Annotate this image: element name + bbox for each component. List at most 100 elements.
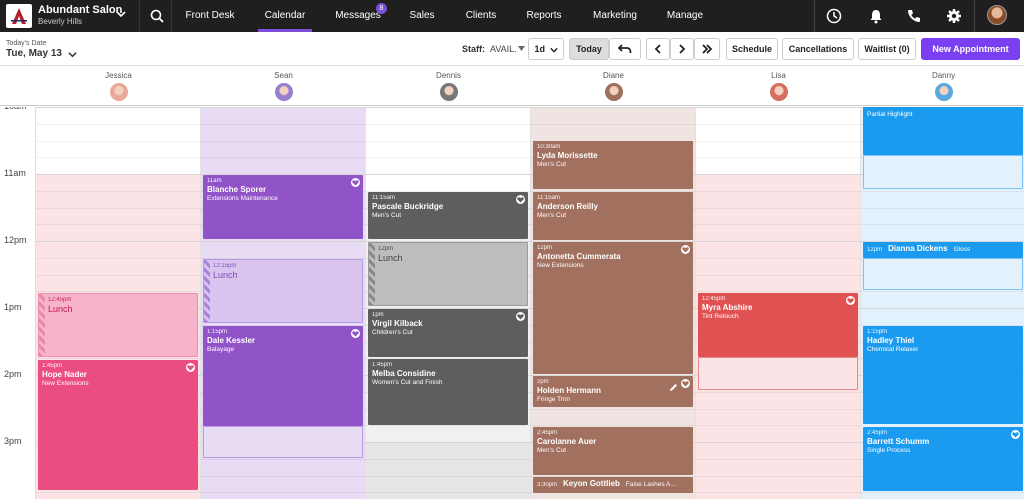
heart-icon[interactable]: [186, 363, 195, 372]
staff-column-header[interactable]: Diane: [531, 66, 696, 106]
appointment-card[interactable]: 3:30pm Keyon Gottlieb False Lashes A...: [533, 477, 693, 493]
heart-icon[interactable]: [681, 245, 690, 254]
search-button[interactable]: [140, 0, 172, 32]
undo-button[interactable]: [609, 38, 641, 60]
appointment-title: Carolanne Auer: [537, 437, 597, 446]
heart-icon[interactable]: [516, 195, 525, 204]
appointment-card[interactable]: 2pm Holden Hermann Fringe Trim: [533, 376, 693, 407]
appointment-time: 1:45pm: [42, 363, 63, 369]
location-switcher[interactable]: Abundant Salon Beverly Hills: [0, 0, 140, 32]
appointment-card[interactable]: 1pm Virgil Kilback Children's Cut: [368, 309, 528, 357]
tab-clients[interactable]: Clients: [458, 0, 504, 32]
appointment-service: Children's Cut: [372, 329, 413, 336]
heart-icon[interactable]: [351, 178, 360, 187]
time-label: 11am: [4, 168, 26, 178]
new-appointment-button[interactable]: New Appointment: [921, 38, 1020, 60]
heart-icon[interactable]: [1011, 430, 1020, 439]
appointment-card[interactable]: 11am Blanche Sporer Extensions Maintenance: [203, 175, 363, 239]
break-block[interactable]: 12:15pm Lunch: [203, 259, 363, 323]
tab-calendar[interactable]: Calendar: [258, 0, 312, 32]
appointment-card[interactable]: 1:45pm Hope Nader New Extensions: [38, 360, 198, 490]
appointment-card[interactable]: Partial Highlight: [863, 107, 1023, 155]
time-label: 3pm: [4, 436, 22, 446]
notifications-button[interactable]: [856, 0, 896, 32]
schedule-button[interactable]: Schedule: [726, 38, 778, 60]
pencil-icon[interactable]: [669, 379, 678, 391]
appointment-title: Dale Kessler: [207, 336, 256, 345]
appointment-service: Men's Cut: [372, 212, 402, 219]
tab-marketing[interactable]: Marketing: [584, 0, 646, 32]
appointment-service: False Lashes A...: [625, 481, 676, 488]
appointment-service: Women's Cut and Finish: [372, 379, 443, 386]
chevron-down-icon[interactable]: [68, 50, 77, 59]
appointment-card[interactable]: 11:15am Anderson Reilly Men's Cut: [533, 192, 693, 240]
heart-icon[interactable]: [516, 312, 525, 321]
salon-location: Beverly Hills: [38, 17, 83, 26]
appointment-title: Anderson Reilly: [537, 202, 598, 211]
staff-column-header[interactable]: Sean: [201, 66, 366, 106]
appointment-card[interactable]: 11:15am Pascale Buckridge Men's Cut: [368, 192, 528, 239]
appointment-title: Keyon Gottlieb: [563, 479, 620, 488]
date-picker[interactable]: Tue, May 13: [6, 48, 62, 59]
previous-day-button[interactable]: [646, 38, 670, 60]
top-nav: Abundant Salon Beverly Hills Front Desk C…: [0, 0, 1024, 32]
appointment-card[interactable]: 12pm Antonetta Cummerata New Extensions: [533, 242, 693, 374]
heart-icon[interactable]: [681, 379, 690, 388]
tab-reports[interactable]: Reports: [520, 0, 568, 32]
appointment-service: Men's Cut: [537, 161, 567, 168]
time-label: 2pm: [4, 369, 22, 379]
today-button[interactable]: Today: [569, 38, 609, 60]
appointment-card[interactable]: 2:45pm Carolanne Auer Men's Cut: [533, 427, 693, 475]
grid-line: [36, 224, 1024, 225]
staff-name: Dennis: [436, 71, 461, 80]
appointment-extension[interactable]: [863, 258, 1023, 290]
appointment-title: Lunch: [213, 270, 238, 280]
appointment-time: 10:30am: [537, 144, 561, 150]
chevron-right-icon: [679, 44, 686, 54]
jump-forward-button[interactable]: [694, 38, 720, 60]
chevron-left-icon: [654, 44, 661, 54]
cancellations-button[interactable]: Cancellations: [782, 38, 854, 60]
break-block[interactable]: 12pm Lunch: [368, 242, 528, 306]
staff-column-header[interactable]: Dennis: [366, 66, 531, 106]
appointment-extension[interactable]: [698, 357, 858, 390]
appointment-extension[interactable]: [203, 426, 363, 458]
appointment-time: 2:45pm: [867, 430, 888, 436]
calendar-grid: 10am11am12pm1pm2pm3pm 12:45pmLunch1:45pm…: [0, 107, 1024, 499]
staff-column-header[interactable]: Lisa: [696, 66, 861, 106]
appointment-card[interactable]: 1:15pm Hadley Thiel Chemical Relaxer: [863, 326, 1023, 424]
clock-button[interactable]: [814, 0, 854, 32]
staff-name: Sean: [274, 71, 293, 80]
gear-icon: [947, 9, 961, 23]
appointment-card[interactable]: 1:15pm Dale Kessler Balayage: [203, 326, 363, 426]
tab-sales[interactable]: Sales: [404, 0, 440, 32]
nav-divider: [974, 0, 975, 32]
staff-column-header[interactable]: Jessica: [36, 66, 201, 106]
settings-button[interactable]: [934, 0, 974, 32]
next-day-button[interactable]: [670, 38, 694, 60]
view-range-select[interactable]: 1d: [528, 38, 564, 60]
staff-filter-select[interactable]: AVAIL.: [490, 44, 517, 54]
waitlist-button[interactable]: Waitlist (0): [858, 38, 916, 60]
appointment-card[interactable]: 1:45pm Melba Considine Women's Cut and Fin…: [368, 359, 528, 425]
break-block[interactable]: 12:45pm Lunch: [38, 293, 198, 357]
undo-icon: [618, 44, 632, 53]
appointment-title: Lunch: [378, 253, 403, 263]
appointment-extension[interactable]: [863, 155, 1023, 189]
appointment-card[interactable]: 12pm Dianna Dickens Gloss: [863, 242, 1023, 258]
tab-manage[interactable]: Manage: [660, 0, 710, 32]
appointment-card[interactable]: 2:45pm Barrett Schumm Single Process: [863, 427, 1023, 491]
staff-column-header[interactable]: Danny: [861, 66, 1024, 106]
tab-front-desk[interactable]: Front Desk: [180, 0, 240, 32]
bell-icon: [870, 10, 882, 24]
user-avatar[interactable]: [987, 5, 1007, 25]
appointment-card[interactable]: 10:30am Lyda Morissette Men's Cut: [533, 141, 693, 189]
phone-button[interactable]: [894, 0, 934, 32]
heart-icon[interactable]: [351, 329, 360, 338]
caret-down-icon[interactable]: [518, 46, 525, 52]
appointment-title: Hope Nader: [42, 370, 87, 379]
messages-badge: 8: [376, 3, 387, 14]
heart-icon[interactable]: [846, 296, 855, 305]
appointment-time: 1:45pm: [372, 362, 393, 368]
appointment-card[interactable]: 12:45pm Myra Abshire Tint Retouch: [698, 293, 858, 357]
